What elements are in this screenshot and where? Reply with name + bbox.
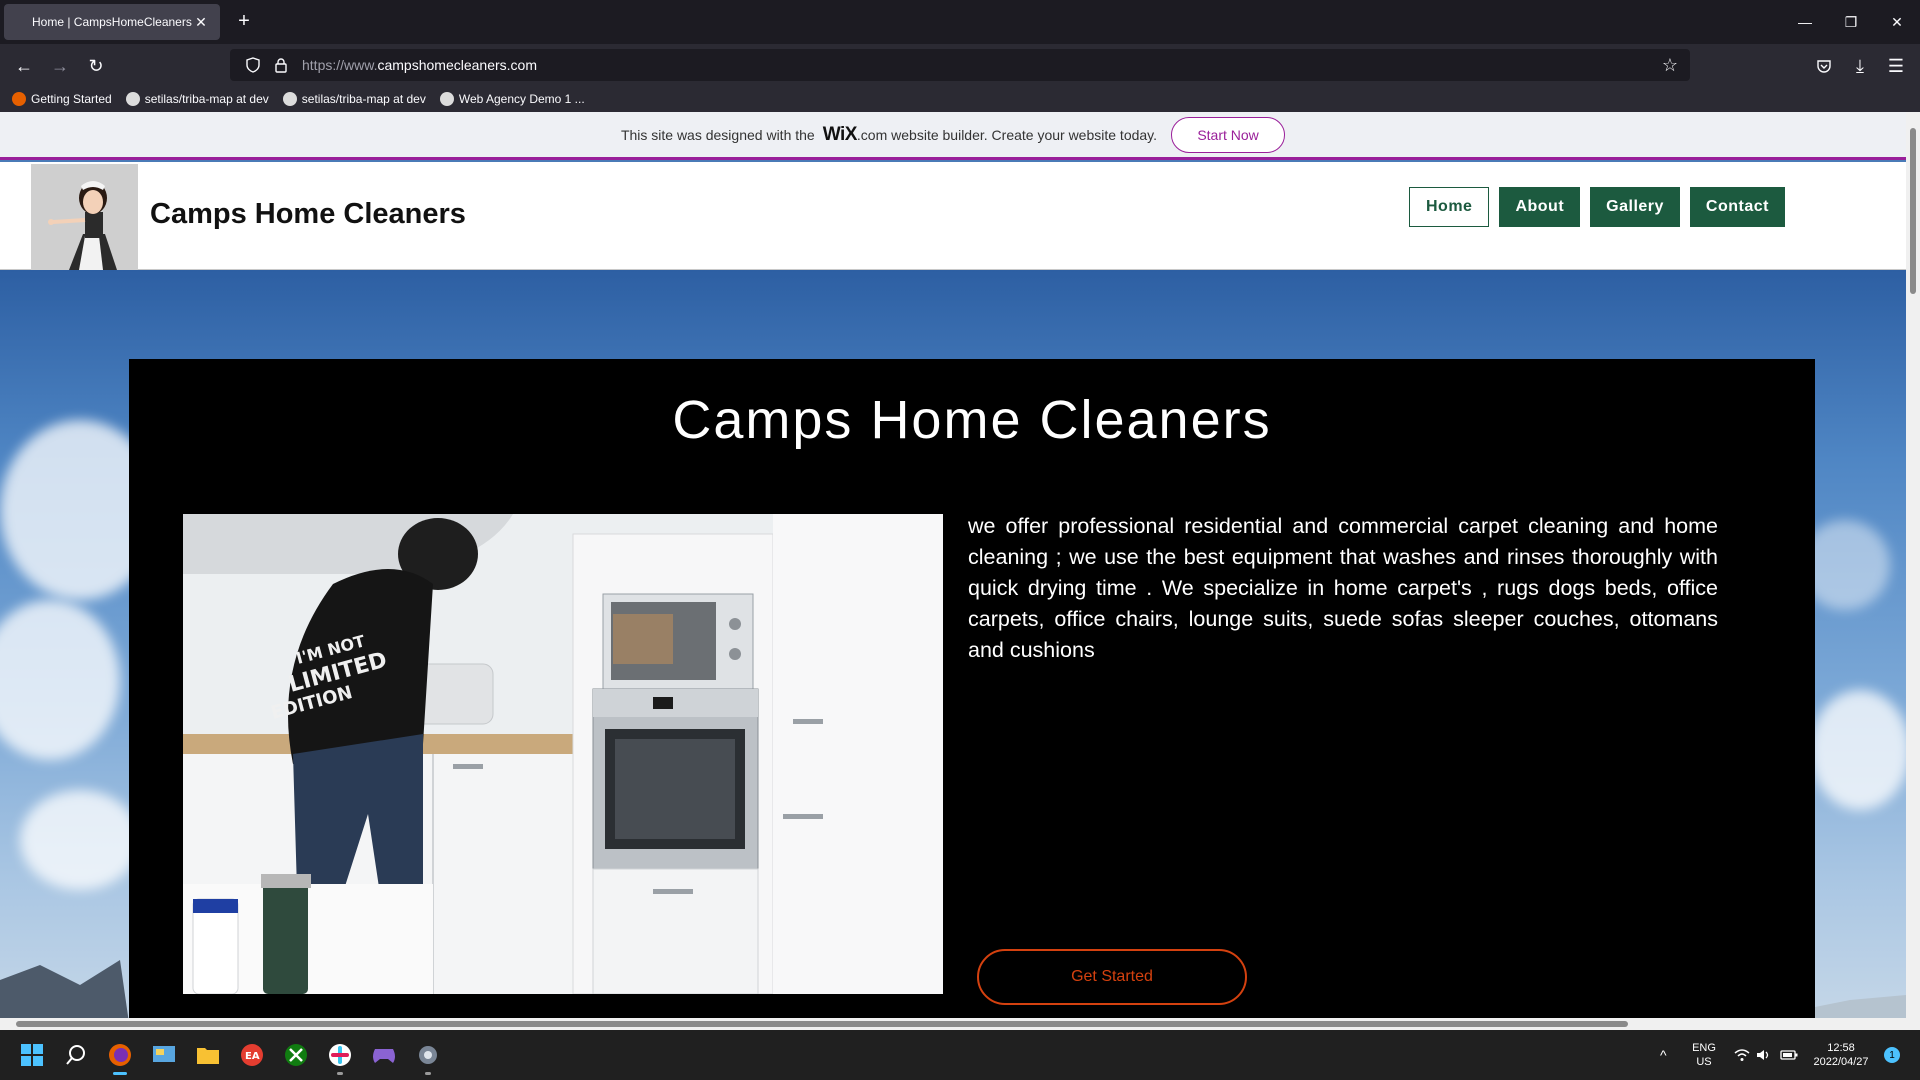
menu-item-contact[interactable]: Contact bbox=[1689, 187, 1785, 227]
lock-icon[interactable] bbox=[270, 54, 292, 76]
clock[interactable]: 12:58 2022/04/27 bbox=[1808, 1030, 1874, 1080]
wix-banner-text: This site was designed with the bbox=[620, 126, 815, 143]
site-header: Camps Home Cleaners Home About Gallery C… bbox=[0, 162, 1906, 270]
close-tab-icon[interactable]: ✕ bbox=[192, 13, 210, 31]
browser-tab-active[interactable]: Home | CampsHomeCleaners | ✕ bbox=[4, 4, 220, 40]
ea-app-icon[interactable]: EA bbox=[236, 1039, 268, 1071]
file-explorer-icon[interactable] bbox=[192, 1039, 224, 1071]
download-icon[interactable]: ⤓ bbox=[1846, 52, 1874, 80]
wix-logo: WiX bbox=[822, 123, 858, 145]
main-menu: Home About Gallery Contact bbox=[1409, 187, 1785, 227]
wix-banner: This site was designed with the WiX .com… bbox=[0, 112, 1906, 160]
hero-title: Camps Home Cleaners bbox=[672, 390, 1272, 450]
url-text: https://www.campshomecleaners.com bbox=[302, 57, 537, 73]
vertical-scroll-thumb[interactable] bbox=[1910, 128, 1916, 294]
reload-icon[interactable]: ↻ bbox=[82, 52, 110, 80]
pocket-icon[interactable] bbox=[1810, 52, 1838, 80]
navigation-toolbar: ← → ↻ https://www.campshomecleaners.com … bbox=[0, 44, 1920, 86]
windows-start-icon[interactable] bbox=[16, 1039, 48, 1071]
new-tab-icon[interactable]: + bbox=[232, 10, 256, 34]
minimize-icon[interactable]: — bbox=[1782, 0, 1828, 44]
settings-gear-icon[interactable] bbox=[412, 1039, 444, 1075]
hero-content-box: Camps Home Cleaners I'M NOT LIMITED EDIT… bbox=[129, 359, 1815, 1030]
page-viewport: This site was designed with the WiX .com… bbox=[0, 112, 1920, 1030]
firefox-icon bbox=[12, 92, 26, 106]
menu-item-about[interactable]: About bbox=[1499, 187, 1581, 227]
control-panel-icon[interactable] bbox=[148, 1039, 180, 1071]
close-window-icon[interactable]: ✕ bbox=[1874, 0, 1920, 44]
language-indicator[interactable]: ENG US bbox=[1688, 1030, 1720, 1080]
shield-icon[interactable] bbox=[242, 54, 264, 76]
hero-description: we offer professional residential and co… bbox=[968, 514, 1718, 662]
wix-banner-text-after: .com website builder. Create your websit… bbox=[856, 126, 1158, 143]
wordpress-icon bbox=[439, 92, 454, 106]
firefox-taskbar-icon[interactable] bbox=[104, 1039, 136, 1075]
game-controller-icon[interactable] bbox=[368, 1039, 400, 1071]
horizontal-scrollbar[interactable] bbox=[0, 1018, 1906, 1030]
wifi-icon[interactable] bbox=[1734, 1030, 1750, 1080]
volume-icon[interactable] bbox=[1756, 1030, 1772, 1080]
back-icon[interactable]: ← bbox=[10, 52, 38, 80]
menu-item-home[interactable]: Home bbox=[1409, 187, 1490, 227]
svg-text:EA: EA bbox=[245, 1051, 260, 1062]
xbox-icon[interactable] bbox=[280, 1039, 312, 1071]
bookmark-star-icon[interactable]: ☆ bbox=[1658, 53, 1682, 77]
tab-strip: Home | CampsHomeCleaners | ✕ + — ❐ ✕ bbox=[0, 0, 1920, 44]
tab-title: Home | CampsHomeCleaners | bbox=[32, 15, 192, 29]
kitchen-cleaning-photo[interactable]: I'M NOT LIMITED EDITION bbox=[183, 514, 943, 994]
menu-hamburger-icon[interactable]: ☰ bbox=[1882, 52, 1910, 80]
menu-item-gallery[interactable]: Gallery bbox=[1590, 187, 1680, 227]
restore-icon[interactable]: ❐ bbox=[1828, 0, 1874, 44]
show-hidden-icons-chevron-up-icon[interactable]: ^ bbox=[1660, 1030, 1667, 1080]
maid-logo-image[interactable] bbox=[31, 164, 138, 270]
notification-badge[interactable]: 1 bbox=[1884, 1030, 1900, 1080]
github-icon bbox=[125, 92, 140, 106]
vertical-scrollbar[interactable] bbox=[1906, 112, 1920, 1030]
battery-icon[interactable] bbox=[1780, 1030, 1798, 1080]
horizontal-scroll-thumb[interactable] bbox=[16, 1021, 1628, 1027]
site-title[interactable]: Camps Home Cleaners bbox=[150, 198, 466, 231]
get-started-button[interactable]: Get Started bbox=[977, 949, 1247, 1005]
windows-taskbar: EA ^ ENG US 12:58 2022/04/27 1 bbox=[0, 1030, 1920, 1080]
bookmark-getting-started[interactable]: Getting Started bbox=[12, 92, 112, 106]
forward-icon[interactable]: → bbox=[46, 52, 74, 80]
start-now-button[interactable]: Start Now bbox=[1171, 116, 1286, 153]
bookmark-triba-map-2[interactable]: setilas/triba-map at dev bbox=[282, 92, 426, 106]
search-icon[interactable] bbox=[60, 1039, 92, 1071]
bookmark-web-agency[interactable]: Web Agency Demo 1 ... bbox=[439, 92, 585, 106]
bookmark-triba-map-1[interactable]: setilas/triba-map at dev bbox=[125, 92, 269, 106]
url-bar[interactable]: https://www.campshomecleaners.com ☆ bbox=[230, 49, 1690, 81]
github-icon bbox=[282, 92, 297, 106]
slack-icon[interactable] bbox=[324, 1039, 356, 1075]
bookmarks-toolbar: Getting Started setilas/triba-map at dev… bbox=[0, 86, 1920, 112]
